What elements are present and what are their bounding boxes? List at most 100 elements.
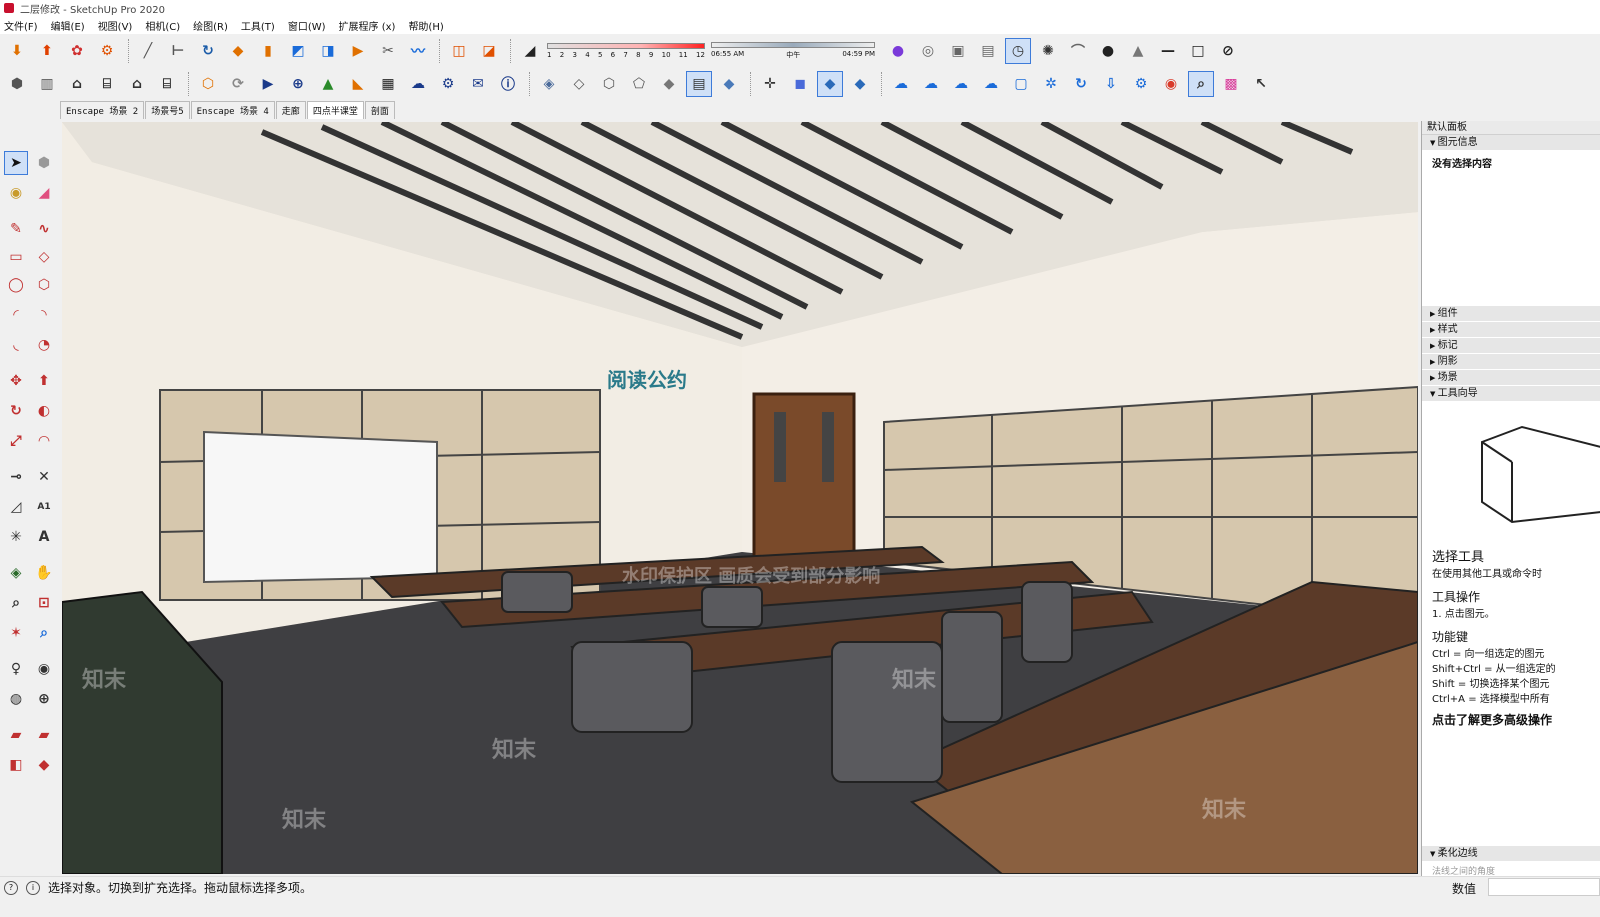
freehand-icon[interactable]: ∿ bbox=[32, 217, 56, 241]
orbit-icon[interactable]: ◈ bbox=[4, 561, 28, 585]
square-icon[interactable]: □ bbox=[1185, 38, 1211, 64]
tray-section-tags[interactable]: 标记 bbox=[1422, 338, 1600, 354]
tray-section-soften[interactable]: 柔化边线 bbox=[1422, 846, 1600, 862]
select-arrow-icon[interactable]: ➤ bbox=[4, 151, 28, 175]
zoom-extents-icon[interactable]: ⌕ bbox=[1188, 70, 1214, 97]
dash-icon[interactable]: — bbox=[1155, 38, 1181, 64]
rotated-rect-icon[interactable]: ◇ bbox=[32, 245, 56, 269]
scale-icon[interactable]: ⤢ bbox=[4, 429, 28, 453]
tray-section-scenes[interactable]: 场景 bbox=[1422, 370, 1600, 386]
axes-icon[interactable]: ✳ bbox=[4, 525, 28, 549]
paint-icon[interactable]: ◉ bbox=[4, 181, 28, 205]
profile-icon[interactable]: ● bbox=[885, 38, 911, 64]
tray-section-shadows[interactable]: 阴影 bbox=[1422, 354, 1600, 370]
scene-tab[interactable]: Enscape 场景 4 bbox=[190, 101, 275, 119]
hide-icon[interactable]: ⊘ bbox=[1215, 38, 1241, 64]
send-to-layout-icon[interactable]: ◧ bbox=[4, 753, 28, 777]
eraser-icon[interactable]: ◢ bbox=[32, 181, 56, 205]
shaded-textures-icon[interactable]: ▤ bbox=[686, 70, 712, 97]
download-icon[interactable]: ⇩ bbox=[1098, 71, 1124, 97]
arc2-icon[interactable]: ◝ bbox=[32, 303, 56, 327]
menu-view[interactable]: 视图(V) bbox=[98, 18, 133, 33]
color-picker-icon[interactable]: ▩ bbox=[1218, 71, 1244, 97]
solid-icon[interactable]: ◆ bbox=[847, 71, 873, 97]
wireframe-icon[interactable]: ⬡ bbox=[596, 71, 622, 97]
line-tool-icon[interactable]: ╱ bbox=[135, 38, 161, 64]
cloud-sync-icon[interactable]: ☁ bbox=[978, 71, 1004, 97]
zoom-window-icon[interactable]: ⊡ bbox=[32, 591, 56, 615]
frame-icon[interactable]: ▢ bbox=[1008, 71, 1034, 97]
tray-section-instructor[interactable]: 工具向导 bbox=[1422, 386, 1600, 402]
previous-view-icon[interactable]: ⌕ bbox=[32, 621, 56, 645]
pan-hand-icon[interactable]: ✋ bbox=[32, 561, 56, 585]
shadow-time-bar[interactable] bbox=[711, 41, 875, 48]
walk-icon[interactable]: ◍ bbox=[4, 687, 28, 711]
zoom-extents-icon[interactable]: ✶ bbox=[4, 621, 28, 645]
preferences-icon[interactable]: ⚙ bbox=[1128, 71, 1154, 97]
pointer-icon[interactable]: ↖ bbox=[1248, 71, 1274, 97]
target-icon[interactable]: ◎ bbox=[915, 38, 941, 64]
pencil-icon[interactable]: ✎ bbox=[4, 217, 28, 241]
menu-draw[interactable]: 绘图(R) bbox=[193, 18, 228, 33]
tape-measure-icon[interactable]: ⊸ bbox=[4, 465, 28, 489]
book-icon[interactable]: ▮ bbox=[255, 38, 281, 64]
cloud-icon[interactable]: ☁ bbox=[948, 71, 974, 97]
measurements-input[interactable] bbox=[1488, 878, 1600, 896]
follow-me-icon[interactable]: ◐ bbox=[32, 399, 56, 423]
zoom-icon[interactable]: ⌕ bbox=[4, 591, 28, 615]
follow-me-icon[interactable]: ↻ bbox=[195, 38, 221, 64]
chrome-icon[interactable]: ◉ bbox=[1158, 71, 1184, 97]
xray-icon[interactable]: ◈ bbox=[536, 71, 562, 97]
axes-icon[interactable]: ✛ bbox=[757, 71, 783, 97]
dimension-icon[interactable]: ✕ bbox=[32, 465, 56, 489]
menu-edit[interactable]: 编辑(E) bbox=[51, 18, 85, 33]
section-plane-icon[interactable]: ⊕ bbox=[32, 687, 56, 711]
polygon-icon[interactable]: ⬡ bbox=[32, 273, 56, 297]
flower-icon[interactable]: ✺ bbox=[1035, 38, 1061, 64]
dimension-icon[interactable]: ⊢ bbox=[165, 38, 191, 64]
warp-icon[interactable]: 〰 bbox=[405, 38, 431, 64]
entity-info-header[interactable]: 图元信息 bbox=[1422, 135, 1600, 151]
push-pull-icon[interactable]: ⬆ bbox=[32, 369, 56, 393]
tape-icon[interactable]: ▶ bbox=[345, 38, 371, 64]
right-view-icon[interactable]: ⌂ bbox=[124, 71, 150, 97]
menu-extensions[interactable]: 扩展程序 (x) bbox=[339, 18, 396, 33]
home-view-icon[interactable]: ⌂ bbox=[64, 71, 90, 97]
back-view-icon[interactable]: ⌸ bbox=[154, 71, 180, 97]
menu-camera[interactable]: 相机(C) bbox=[145, 18, 180, 33]
warehouse-icon[interactable]: ▥ bbox=[34, 71, 60, 97]
hidden-line-icon[interactable]: ⬠ bbox=[626, 71, 652, 97]
mail-icon[interactable]: ✉ bbox=[465, 71, 491, 97]
scissors-icon[interactable]: ✂ bbox=[375, 38, 401, 64]
render-icon[interactable]: ✿ bbox=[64, 38, 90, 64]
cloud-link-icon[interactable]: ☁ bbox=[888, 71, 914, 97]
info-icon[interactable]: ⓘ bbox=[495, 71, 521, 97]
import-icon[interactable]: ⬇ bbox=[4, 38, 30, 64]
offset-icon[interactable]: ◠ bbox=[32, 429, 56, 453]
tray-section-components[interactable]: 组件 bbox=[1422, 306, 1600, 322]
cone-icon[interactable]: ▲ bbox=[1125, 38, 1151, 64]
gear-icon[interactable]: ⚙ bbox=[435, 71, 461, 97]
menu-help[interactable]: 帮助(H) bbox=[408, 18, 443, 33]
scene-tab[interactable]: Enscape 场景 2 bbox=[60, 101, 145, 119]
geo-location-icon[interactable]: ? bbox=[4, 880, 18, 895]
iso-view-icon[interactable]: ⬢ bbox=[4, 71, 30, 97]
settings-gear-icon[interactable]: ⚙ bbox=[94, 38, 120, 64]
enscape-start-icon[interactable]: ⬡ bbox=[195, 71, 221, 97]
menu-window[interactable]: 窗口(W) bbox=[288, 18, 326, 33]
component-icon[interactable]: ◼ bbox=[787, 71, 813, 97]
camera2-icon[interactable]: ▤ bbox=[975, 38, 1001, 64]
position-camera-icon[interactable]: ♀ bbox=[4, 657, 28, 681]
rotate-icon[interactable]: ↻ bbox=[4, 399, 28, 423]
push-pull-icon[interactable]: ◩ bbox=[285, 38, 311, 64]
arc3-icon[interactable]: ◟ bbox=[4, 333, 28, 357]
instructor-more-link[interactable]: 点击了解更多高级操作 bbox=[1422, 705, 1600, 732]
look-around-icon[interactable]: ◉ bbox=[32, 657, 56, 681]
ruby-icon[interactable]: ◆ bbox=[32, 753, 56, 777]
circle-icon[interactable]: ◯ bbox=[4, 273, 28, 297]
monochrome-icon[interactable]: ◆ bbox=[716, 71, 742, 97]
section-cut-icon[interactable]: ◪ bbox=[476, 38, 502, 64]
menu-file[interactable]: 文件(F) bbox=[4, 18, 38, 33]
cloud-upload-icon[interactable]: ☁ bbox=[405, 71, 431, 97]
text-icon[interactable]: A1 bbox=[32, 495, 56, 519]
